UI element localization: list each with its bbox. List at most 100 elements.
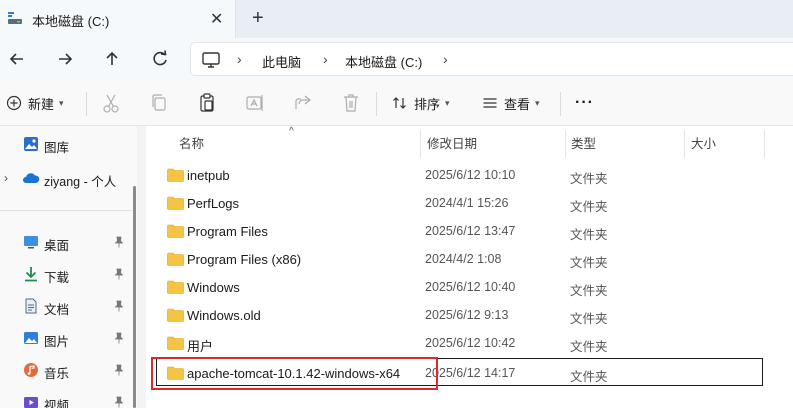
new-label: 新建 — [28, 96, 55, 112]
sidebar-item-label: 图库 — [44, 141, 70, 155]
sidebar-item-documents[interactable]: 文档 — [0, 294, 132, 318]
computer-icon — [202, 52, 220, 68]
file-name: Program Files (x86) — [187, 252, 302, 267]
refresh-icon[interactable] — [149, 48, 171, 70]
file-row[interactable]: inetpub 2025/6/12 10:10 文件夹 — [146, 161, 793, 189]
sort-ascending-icon: ^ — [289, 126, 294, 137]
toolbar-divider — [376, 92, 377, 116]
file-type: 文件夹 — [570, 172, 608, 186]
file-modified: 2024/4/2 1:08 — [425, 252, 502, 266]
share-icon[interactable] — [293, 92, 313, 114]
view-button[interactable]: 查看 ▾ — [482, 92, 540, 114]
sidebar-item-label: 音乐 — [44, 367, 70, 381]
file-name: Windows — [187, 280, 240, 295]
file-type: 文件夹 — [570, 284, 608, 298]
file-modified: 2025/6/12 10:10 — [425, 168, 516, 182]
pin-icon — [114, 332, 124, 344]
chevron-down-icon: ▾ — [535, 97, 540, 108]
file-type: 文件夹 — [570, 340, 608, 354]
file-row[interactable]: Program Files (x86) 2024/4/2 1:08 文件夹 — [146, 245, 793, 273]
sidebar-item-videos[interactable]: 视频 — [0, 390, 132, 408]
new-button[interactable]: 新建 ▾ — [6, 92, 64, 114]
picture-icon — [24, 332, 38, 344]
breadcrumb-chevron-icon[interactable]: › — [443, 51, 448, 67]
file-modified: 2025/6/12 13:47 — [425, 224, 516, 238]
file-row[interactable]: Windows.old 2025/6/12 9:13 文件夹 — [146, 301, 793, 329]
sidebar-item-label: 桌面 — [44, 239, 70, 253]
file-name: inetpub — [187, 168, 230, 183]
chevron-down-icon: ▾ — [445, 97, 450, 108]
sidebar-scrollbar[interactable] — [133, 186, 136, 408]
folder-icon — [167, 280, 184, 294]
file-modified: 2025/6/12 14:17 — [425, 366, 516, 380]
column-divider[interactable] — [684, 130, 685, 158]
pin-icon — [114, 396, 124, 408]
tab-local-disk[interactable]: 本地磁盘 (C:) ✕ — [0, 0, 236, 38]
toolbar-divider — [86, 92, 87, 116]
folder-icon — [167, 336, 184, 350]
up-arrow-icon[interactable] — [101, 48, 123, 70]
file-row[interactable]: Program Files 2025/6/12 13:47 文件夹 — [146, 217, 793, 245]
expand-chevron-icon[interactable]: › — [4, 171, 8, 185]
sidebar-divider — [0, 210, 132, 211]
column-divider[interactable] — [565, 130, 566, 158]
sort-button[interactable]: 排序 ▾ — [392, 92, 450, 114]
forward-arrow-icon[interactable] — [54, 48, 76, 70]
sidebar-item-gallery[interactable]: 图库 — [0, 132, 132, 156]
column-header-name[interactable]: 名称 — [179, 133, 204, 157]
breadcrumb-chevron-icon[interactable]: › — [237, 51, 242, 67]
cut-icon[interactable] — [101, 92, 121, 114]
rename-icon[interactable] — [245, 92, 265, 114]
column-header-size[interactable]: 大小 — [691, 133, 716, 157]
file-row[interactable]: 用户 2025/6/12 10:42 文件夹 — [146, 329, 793, 357]
column-divider[interactable] — [764, 130, 765, 158]
file-list: ^ 名称 修改日期 类型 大小 inetpub 2025/6/12 10:10 … — [146, 126, 793, 408]
column-header-modified[interactable]: 修改日期 — [427, 133, 477, 157]
sidebar-item-label: 视频 — [44, 399, 70, 408]
file-type: 文件夹 — [570, 370, 608, 384]
more-options-button[interactable]: ··· — [575, 92, 594, 114]
file-name: PerfLogs — [187, 196, 240, 211]
back-arrow-icon[interactable] — [6, 48, 28, 70]
sort-label: 排序 — [414, 96, 441, 112]
paste-icon[interactable] — [197, 92, 217, 114]
new-tab-button[interactable]: + — [252, 7, 264, 30]
address-bar[interactable]: › 此电脑 › 本地磁盘 (C:) › — [190, 42, 793, 76]
file-type: 文件夹 — [570, 228, 608, 242]
sidebar-item-label: 图片 — [44, 335, 70, 349]
copy-icon[interactable] — [149, 92, 169, 114]
command-bar: 新建 ▾ 排序 ▾ 查看 ▾ ··· — [0, 80, 793, 126]
view-label: 查看 — [504, 96, 531, 112]
pin-icon — [114, 236, 124, 248]
list-view-icon — [483, 98, 497, 108]
sidebar-item-music[interactable]: 音乐 — [0, 358, 132, 382]
file-modified: 2025/6/12 10:40 — [425, 280, 516, 294]
pin-icon — [114, 268, 124, 280]
column-divider[interactable] — [420, 130, 421, 158]
sidebar-item-label: 文档 — [44, 303, 70, 317]
file-name: Windows.old — [187, 308, 261, 323]
title-bar: 本地磁盘 (C:) ✕ + — [0, 0, 793, 38]
sidebar-item-desktop[interactable]: 桌面 — [0, 230, 132, 254]
download-icon — [25, 267, 37, 282]
folder-icon — [167, 224, 184, 238]
breadcrumb-local-disk[interactable]: 本地磁盘 (C:) — [345, 52, 422, 71]
tab-title: 本地磁盘 (C:) — [32, 14, 110, 29]
column-header-type[interactable]: 类型 — [571, 133, 596, 157]
file-row[interactable]: Windows 2025/6/12 10:40 文件夹 — [146, 273, 793, 301]
drive-icon — [8, 12, 22, 24]
tab-close-button[interactable]: ✕ — [210, 9, 223, 29]
sidebar-item-pictures[interactable]: 图片 — [0, 326, 132, 350]
file-row[interactable]: PerfLogs 2024/4/1 15:26 文件夹 — [146, 189, 793, 217]
file-type: 文件夹 — [570, 200, 608, 214]
pin-icon — [114, 300, 124, 312]
sidebar-item-label: ziyang - 个人 — [44, 175, 117, 189]
delete-icon[interactable] — [341, 92, 361, 114]
breadcrumb-this-pc[interactable]: 此电脑 — [262, 52, 301, 71]
sidebar-item-onedrive[interactable]: › ziyang - 个人 — [0, 166, 132, 190]
sidebar-item-downloads[interactable]: 下载 — [0, 262, 132, 286]
file-type: 文件夹 — [570, 256, 608, 270]
folder-icon — [167, 196, 184, 210]
chevron-down-icon: ▾ — [59, 97, 64, 108]
breadcrumb-chevron-icon[interactable]: › — [323, 51, 328, 67]
